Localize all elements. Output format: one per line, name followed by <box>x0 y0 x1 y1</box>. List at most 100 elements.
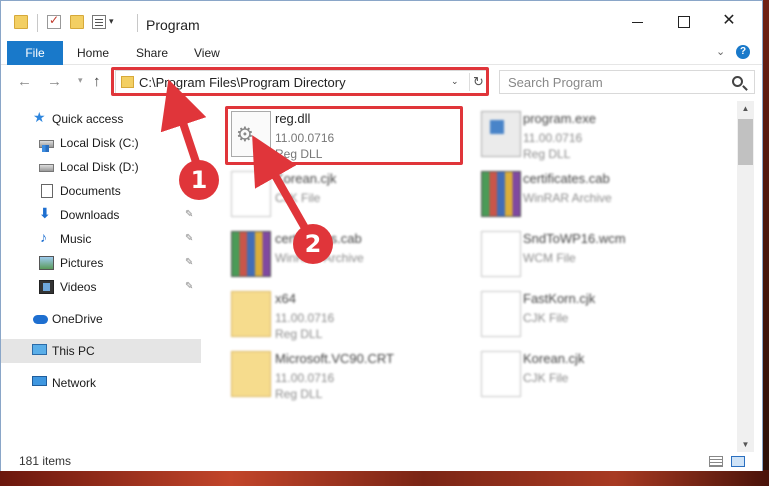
title-bar: ▾ Program ✕ <box>1 1 762 37</box>
file-type: CJK File <box>523 371 569 385</box>
sidebar-item-label: OneDrive <box>52 312 103 326</box>
sidebar-item-onedrive[interactable]: OneDrive <box>1 307 201 331</box>
windows-logo-icon <box>42 145 49 152</box>
cloud-icon <box>33 315 48 324</box>
file-item-sndtowp16-wcm[interactable]: SndToWP16.wcm WCM File <box>477 227 707 282</box>
file-name: Korean.cjk <box>275 171 337 186</box>
sidebar-item-local-disk-c[interactable]: Local Disk (C:) <box>1 131 201 155</box>
refresh-icon[interactable]: ↻ <box>469 73 487 91</box>
file-version: 11.00.0716 <box>275 371 335 385</box>
dll-file-icon <box>231 111 271 157</box>
new-folder-icon[interactable] <box>70 15 84 29</box>
scroll-thumb[interactable] <box>738 119 753 165</box>
sidebar-item-music[interactable]: ♪ Music ✎ <box>1 227 201 251</box>
navigation-pane: ★ Quick access Local Disk (C:) Local Dis… <box>1 101 201 446</box>
file-item-reg-dll[interactable]: reg.dll 11.00.0716 Reg DLL <box>227 107 457 162</box>
drive-icon <box>39 164 54 172</box>
file-type: Reg DLL <box>275 387 323 401</box>
scroll-down-icon[interactable]: ▼ <box>737 437 754 453</box>
close-button[interactable]: ✕ <box>707 7 751 35</box>
file-item-certificates-cab[interactable]: certificates.cab WinRAR Archive <box>477 167 707 222</box>
explorer-window: ▾ Program ✕ File Home Share View ⌄ ? ← →… <box>0 0 763 471</box>
tab-file[interactable]: File <box>7 41 63 65</box>
help-icon[interactable]: ? <box>736 45 750 59</box>
file-name: FastKorn.cjk <box>523 291 596 306</box>
pictures-icon <box>39 256 54 270</box>
file-type: Reg DLL <box>275 147 323 161</box>
file-icon <box>481 231 521 277</box>
maximize-button[interactable] <box>661 7 705 35</box>
sidebar-item-pictures[interactable]: Pictures ✎ <box>1 251 201 275</box>
file-version: 11.00.0716 <box>523 131 583 145</box>
file-name: reg.dll <box>275 111 311 126</box>
navigation-bar: ← → ▾ ↑ C:\Program Files\Program Directo… <box>1 67 762 97</box>
customize-icon[interactable] <box>92 15 106 29</box>
pin-icon[interactable]: ✎ <box>185 281 193 292</box>
file-item-microsoft-vc90-crt[interactable]: Microsoft.VC90.CRT 11.00.0716 Reg DLL <box>227 347 457 402</box>
drive-icon <box>39 140 54 152</box>
pin-icon[interactable]: ✎ <box>185 233 193 244</box>
search-placeholder: Search Program <box>508 75 603 90</box>
tab-home[interactable]: Home <box>77 41 109 65</box>
sidebar-item-this-pc[interactable]: This PC <box>1 339 201 363</box>
sidebar-item-quick-access[interactable]: ★ Quick access <box>1 107 201 131</box>
pin-icon[interactable]: ✎ <box>185 257 193 268</box>
sidebar-item-downloads[interactable]: ⬇ Downloads ✎ <box>1 203 201 227</box>
minimize-button[interactable] <box>615 7 659 35</box>
sidebar-item-local-disk-d[interactable]: Local Disk (D:) <box>1 155 201 179</box>
sidebar-item-label: Documents <box>60 184 121 198</box>
winrar-archive-icon <box>481 171 521 217</box>
file-item-fastkorn-cjk[interactable]: FastKorn.cjk CJK File <box>477 287 707 342</box>
details-view-icon[interactable] <box>709 456 723 467</box>
forward-arrow-icon[interactable]: → <box>47 73 62 90</box>
folder-icon <box>231 291 271 337</box>
music-icon: ♪ <box>40 229 47 245</box>
expand-ribbon-icon[interactable]: ⌄ <box>716 45 725 58</box>
up-arrow-icon[interactable]: ↑ <box>93 73 101 90</box>
file-item-korean-cjk[interactable]: Korean.cjk CJK File <box>227 167 457 222</box>
sidebar-item-network[interactable]: Network <box>1 371 201 395</box>
sidebar-item-documents[interactable]: Documents <box>1 179 201 203</box>
winrar-archive-icon <box>231 231 271 277</box>
videos-icon <box>39 280 54 294</box>
sidebar-item-videos[interactable]: Videos ✎ <box>1 275 201 299</box>
file-list: reg.dll 11.00.0716 Reg DLL program.exe 1… <box>207 101 737 446</box>
tab-share[interactable]: Share <box>136 41 168 65</box>
sidebar-item-label: Local Disk (D:) <box>60 160 139 174</box>
pin-icon[interactable]: ✎ <box>185 209 193 220</box>
file-type: WCM File <box>523 251 576 265</box>
folder-icon <box>121 76 134 88</box>
sidebar-item-label: This PC <box>52 344 95 358</box>
folder-icon <box>14 15 28 29</box>
file-type: WinRAR Archive <box>523 191 612 205</box>
vertical-scrollbar[interactable]: ▲ ▼ <box>737 101 754 453</box>
file-item-x64[interactable]: x64 11.00.0716 Reg DLL <box>227 287 457 342</box>
file-name: Korean.cjk <box>523 351 585 366</box>
address-bar[interactable]: C:\Program Files\Program Directory ⌄ ↻ <box>115 70 487 94</box>
file-item-program-exe[interactable]: program.exe 11.00.0716 Reg DLL <box>477 107 707 162</box>
address-path[interactable]: C:\Program Files\Program Directory <box>139 75 346 90</box>
file-item-certificates-cab[interactable]: certificates.cab WinRAR Archive <box>227 227 457 282</box>
file-type: Reg DLL <box>275 327 323 341</box>
download-icon: ⬇ <box>39 205 51 221</box>
file-type: Reg DLL <box>523 147 571 161</box>
file-name: Microsoft.VC90.CRT <box>275 351 394 366</box>
network-icon <box>32 376 47 386</box>
search-icon <box>732 76 743 87</box>
search-input[interactable]: Search Program <box>499 70 755 94</box>
exe-file-icon <box>481 111 521 157</box>
back-arrow-icon[interactable]: ← <box>17 73 32 90</box>
ribbon-tabs: File Home Share View ⌄ ? <box>1 41 762 65</box>
recent-locations-chevron-icon[interactable]: ▾ <box>78 75 83 86</box>
file-item-korean-cjk[interactable]: Korean.cjk CJK File <box>477 347 707 402</box>
properties-check-icon[interactable] <box>47 13 61 29</box>
chevron-down-icon[interactable]: ▾ <box>109 16 114 27</box>
sidebar-item-label: Videos <box>60 280 97 294</box>
sidebar-item-label: Local Disk (C:) <box>60 136 139 150</box>
tiles-view-icon[interactable] <box>731 456 745 467</box>
tab-view[interactable]: View <box>194 41 220 65</box>
star-icon: ★ <box>33 109 46 125</box>
scroll-up-icon[interactable]: ▲ <box>737 101 754 117</box>
file-name: program.exe <box>523 111 596 126</box>
address-dropdown-icon[interactable]: ⌄ <box>451 76 459 87</box>
